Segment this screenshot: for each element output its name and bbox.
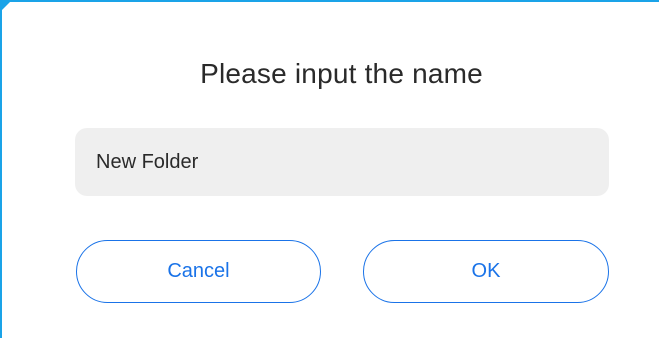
cancel-button-label: Cancel xyxy=(167,260,230,282)
ok-button[interactable]: OK xyxy=(363,240,609,303)
folder-name-input[interactable] xyxy=(75,128,609,196)
ok-button-label: OK xyxy=(471,260,501,282)
cancel-button[interactable]: Cancel xyxy=(76,240,321,303)
dialog-corner-decoration xyxy=(2,2,10,10)
rename-dialog: Please input the name Cancel OK xyxy=(0,0,659,338)
dialog-title: Please input the name xyxy=(200,58,483,89)
